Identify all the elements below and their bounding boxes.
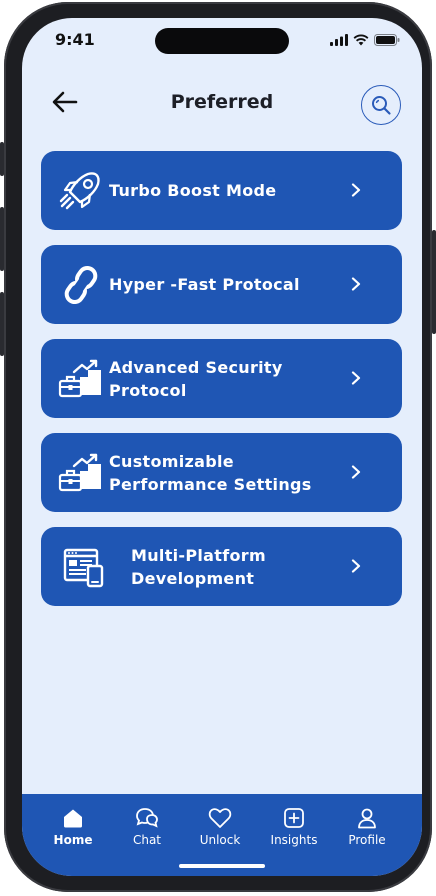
home-icon: [64, 809, 82, 828]
screen: 9:41 Preferred Turbo Boost Mode Hyper -F…: [22, 18, 422, 876]
tab-label: Unlock: [199, 833, 241, 847]
search-icon: [372, 96, 391, 115]
chevron-right-icon: [351, 559, 361, 573]
chevron-right-icon: [351, 371, 361, 385]
heart-icon: [208, 808, 232, 828]
power-button: [432, 230, 436, 334]
volume-up-button: [0, 207, 4, 271]
menu-item-label: Hyper -Fast Protocal: [109, 275, 300, 294]
user-icon: [358, 808, 376, 829]
dynamic-island: [155, 28, 289, 54]
battery-icon: [374, 34, 400, 46]
chat-icon: [136, 808, 158, 828]
tab-label: Insights: [270, 833, 318, 847]
tab-unlock[interactable]: Unlock: [190, 806, 250, 847]
tab-label: Profile: [348, 833, 386, 847]
growth-briefcase-icon: [57, 355, 105, 403]
menu-item-advanced-security[interactable]: Advanced Security Protocol: [41, 339, 402, 418]
wifi-icon: [353, 34, 369, 46]
menu-item-multi-platform[interactable]: Multi-Platform Development: [41, 527, 402, 606]
phone-frame: 9:41 Preferred Turbo Boost Mode Hyper -F…: [0, 2, 436, 892]
tab-label: Home: [53, 833, 93, 847]
chevron-right-icon: [351, 183, 361, 197]
preferred-menu: Turbo Boost Mode Hyper -Fast Protocal Ad…: [41, 151, 402, 621]
tab-insights[interactable]: Insights: [264, 806, 324, 847]
multi-device-icon: [61, 543, 109, 591]
status-icons: [330, 34, 400, 46]
silent-switch: [0, 142, 4, 176]
tab-profile[interactable]: Profile: [337, 806, 397, 847]
tab-label: Chat: [132, 833, 162, 847]
menu-item-turbo-boost[interactable]: Turbo Boost Mode: [41, 151, 402, 230]
tab-chat[interactable]: Chat: [117, 806, 177, 847]
link-icon: [57, 261, 105, 309]
bottom-tab-bar: Home Chat Unlock Insights Profile: [22, 794, 422, 876]
status-time: 9:41: [55, 30, 95, 49]
rocket-icon: [57, 167, 105, 215]
plus-square-icon: [284, 808, 304, 828]
volume-down-button: [0, 292, 4, 356]
chevron-right-icon: [351, 277, 361, 291]
menu-item-hyper-fast-protocol[interactable]: Hyper -Fast Protocal: [41, 245, 402, 324]
growth-briefcase-icon: [57, 449, 105, 497]
menu-item-label: Advanced Security Protocol: [109, 357, 283, 400]
chevron-right-icon: [351, 465, 361, 479]
home-indicator: [179, 864, 265, 868]
menu-item-label: Customizable Performance Settings: [109, 451, 312, 494]
tab-home[interactable]: Home: [43, 806, 103, 847]
menu-item-customizable-performance[interactable]: Customizable Performance Settings: [41, 433, 402, 512]
search-button[interactable]: [361, 85, 401, 125]
signal-icon: [330, 34, 348, 46]
menu-item-label: Multi-Platform Development: [131, 545, 266, 588]
menu-item-label: Turbo Boost Mode: [109, 181, 277, 200]
